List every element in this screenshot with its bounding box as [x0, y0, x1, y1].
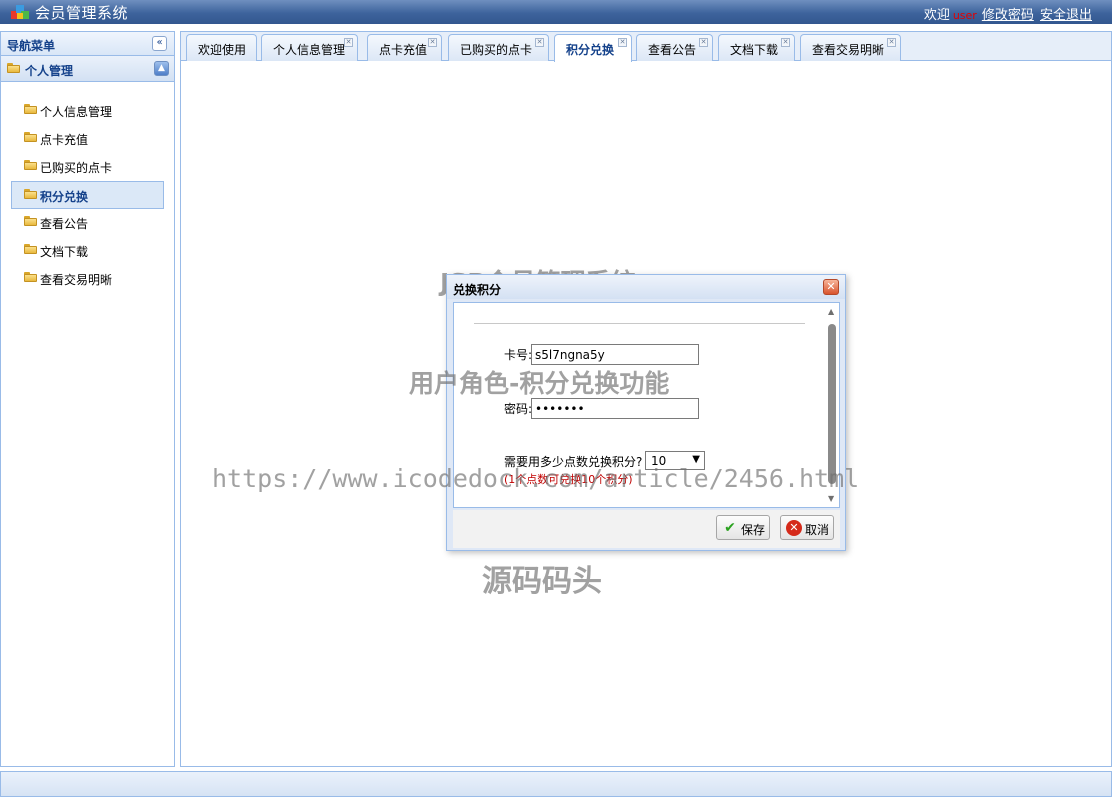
cancel-button-label: 取消: [805, 523, 830, 537]
nav-header: 导航菜单 «: [1, 32, 174, 56]
folder-icon: [7, 63, 20, 73]
close-tab-icon[interactable]: ✕: [781, 38, 790, 47]
logout-link[interactable]: 安全退出: [1040, 8, 1092, 23]
nav-item-label: 个人信息管理: [40, 105, 113, 119]
tab-bar: 欢迎使用 个人信息管理 ✕ 点卡充值 ✕ 已购买的点卡 ✕ 积分兑换 ✕ 查看公告 ✕ 文…: [181, 32, 1111, 62]
scroll-thumb[interactable]: [828, 324, 836, 484]
app-header: 会员管理系统 欢迎 user 修改密码 安全退出: [0, 0, 1112, 24]
tab-points-exchange[interactable]: 积分兑换 ✕: [554, 34, 632, 62]
close-dialog-icon[interactable]: ✕: [823, 279, 839, 295]
close-tab-icon[interactable]: ✕: [618, 38, 627, 47]
close-tab-icon[interactable]: ✕: [887, 38, 896, 47]
tab-label: 已购买的点卡: [460, 43, 533, 57]
nav-item-label: 已购买的点卡: [40, 161, 113, 175]
folder-icon: [24, 189, 37, 199]
nav-item-label: 查看交易明晰: [40, 273, 113, 287]
dialog-body: 卡号: 密码: 需要用多少点数兑换积分? 10 ▼ (1个点数可兑换10个积分)…: [453, 302, 840, 508]
close-tab-icon[interactable]: ✕: [535, 38, 544, 47]
check-icon: ✔: [724, 520, 736, 536]
folder-icon: [24, 132, 37, 142]
password-label: 密码:: [504, 402, 533, 416]
nav-item-label: 文档下载: [40, 245, 89, 259]
save-button[interactable]: ✔ 保存: [716, 515, 770, 540]
chevron-down-icon: ▼: [692, 454, 700, 465]
nav-menu: 个人信息管理 点卡充值 已购买的点卡 积分兑换 查看公告 文档下载 查看交易明晰: [1, 97, 174, 293]
nav-item-label: 点卡充值: [40, 133, 89, 147]
welcome-text: 欢迎: [923, 8, 950, 23]
save-button-label: 保存: [741, 523, 766, 537]
folder-icon: [24, 160, 37, 170]
dialog-footer: ✔ 保存 ✕ 取消: [453, 510, 840, 548]
tab-transactions[interactable]: 查看交易明晰 ✕: [800, 34, 901, 61]
change-password-link[interactable]: 修改密码: [982, 8, 1034, 23]
nav-item-points-exchange[interactable]: 积分兑换: [11, 181, 164, 209]
tab-label: 积分兑换: [566, 43, 615, 57]
tab-personal-info[interactable]: 个人信息管理 ✕: [261, 34, 358, 61]
status-bar: [0, 771, 1112, 797]
card-number-input[interactable]: [531, 344, 699, 365]
tab-purchased-cards[interactable]: 已购买的点卡 ✕: [448, 34, 549, 61]
nav-item-documents[interactable]: 文档下载: [1, 237, 174, 265]
nav-item-announcements[interactable]: 查看公告: [1, 209, 174, 237]
header-user-area: 欢迎 user 修改密码 安全退出: [924, 4, 1092, 23]
tab-announcements[interactable]: 查看公告 ✕: [636, 34, 713, 61]
nav-item-label: 查看公告: [40, 217, 89, 231]
tab-label: 点卡充值: [379, 43, 428, 57]
nav-item-purchased-cards[interactable]: 已购买的点卡: [1, 153, 174, 181]
card-number-label: 卡号:: [504, 348, 533, 362]
dialog-header: 兑换积分 ✕: [447, 275, 845, 299]
close-tab-icon[interactable]: ✕: [699, 38, 708, 47]
nav-item-label: 积分兑换: [40, 190, 89, 204]
dialog-title: 兑换积分: [453, 283, 502, 297]
password-input[interactable]: [531, 398, 699, 419]
folder-icon: [24, 216, 37, 226]
nav-group-title: 个人管理: [25, 64, 74, 78]
points-amount-select[interactable]: 10 ▼: [645, 451, 705, 470]
app-logo-icon: [11, 5, 29, 19]
current-user: user: [952, 9, 977, 22]
folder-icon: [24, 104, 37, 114]
close-tab-icon[interactable]: ✕: [428, 38, 437, 47]
exchange-rate-hint: (1个点数可兑换10个积分): [504, 473, 633, 486]
close-tab-icon[interactable]: ✕: [344, 38, 353, 47]
tab-label: 欢迎使用: [198, 43, 247, 57]
points-amount-label: 需要用多少点数兑换积分?: [504, 455, 643, 469]
app-title: 会员管理系统: [35, 4, 129, 22]
nav-item-personal-info[interactable]: 个人信息管理: [1, 97, 174, 125]
divider: [474, 323, 805, 324]
nav-panel: 导航菜单 « 个人管理 ▲ 个人信息管理 点卡充值 已购买的点卡 积分兑换 查看…: [0, 31, 175, 767]
tab-documents[interactable]: 文档下载 ✕: [718, 34, 795, 61]
folder-icon: [24, 244, 37, 254]
scroll-up-icon[interactable]: ▲: [828, 307, 834, 316]
nav-group-header[interactable]: 个人管理 ▲: [1, 56, 174, 82]
cancel-button[interactable]: ✕ 取消: [780, 515, 834, 540]
collapse-nav-button[interactable]: «: [152, 36, 167, 51]
tab-label: 查看公告: [648, 43, 697, 57]
exchange-points-dialog: 兑换积分 ✕ 卡号: 密码: 需要用多少点数兑换积分? 10 ▼ (1个点数可兑…: [446, 274, 846, 551]
tab-label: 个人信息管理: [273, 43, 346, 57]
nav-item-card-recharge[interactable]: 点卡充值: [1, 125, 174, 153]
points-amount-value: 10: [651, 454, 667, 468]
nav-item-transactions[interactable]: 查看交易明晰: [1, 265, 174, 293]
collapse-group-button[interactable]: ▲: [154, 61, 169, 76]
dialog-scrollbar[interactable]: ▲ ▼: [825, 303, 839, 507]
folder-icon: [24, 272, 37, 282]
tab-welcome[interactable]: 欢迎使用: [186, 34, 257, 61]
tab-label: 查看交易明晰: [812, 43, 885, 57]
tab-label: 文档下载: [730, 43, 779, 57]
cancel-icon: ✕: [786, 520, 802, 536]
tab-card-recharge[interactable]: 点卡充值 ✕: [367, 34, 442, 61]
nav-title: 导航菜单: [7, 39, 56, 53]
scroll-down-icon[interactable]: ▼: [828, 494, 834, 503]
